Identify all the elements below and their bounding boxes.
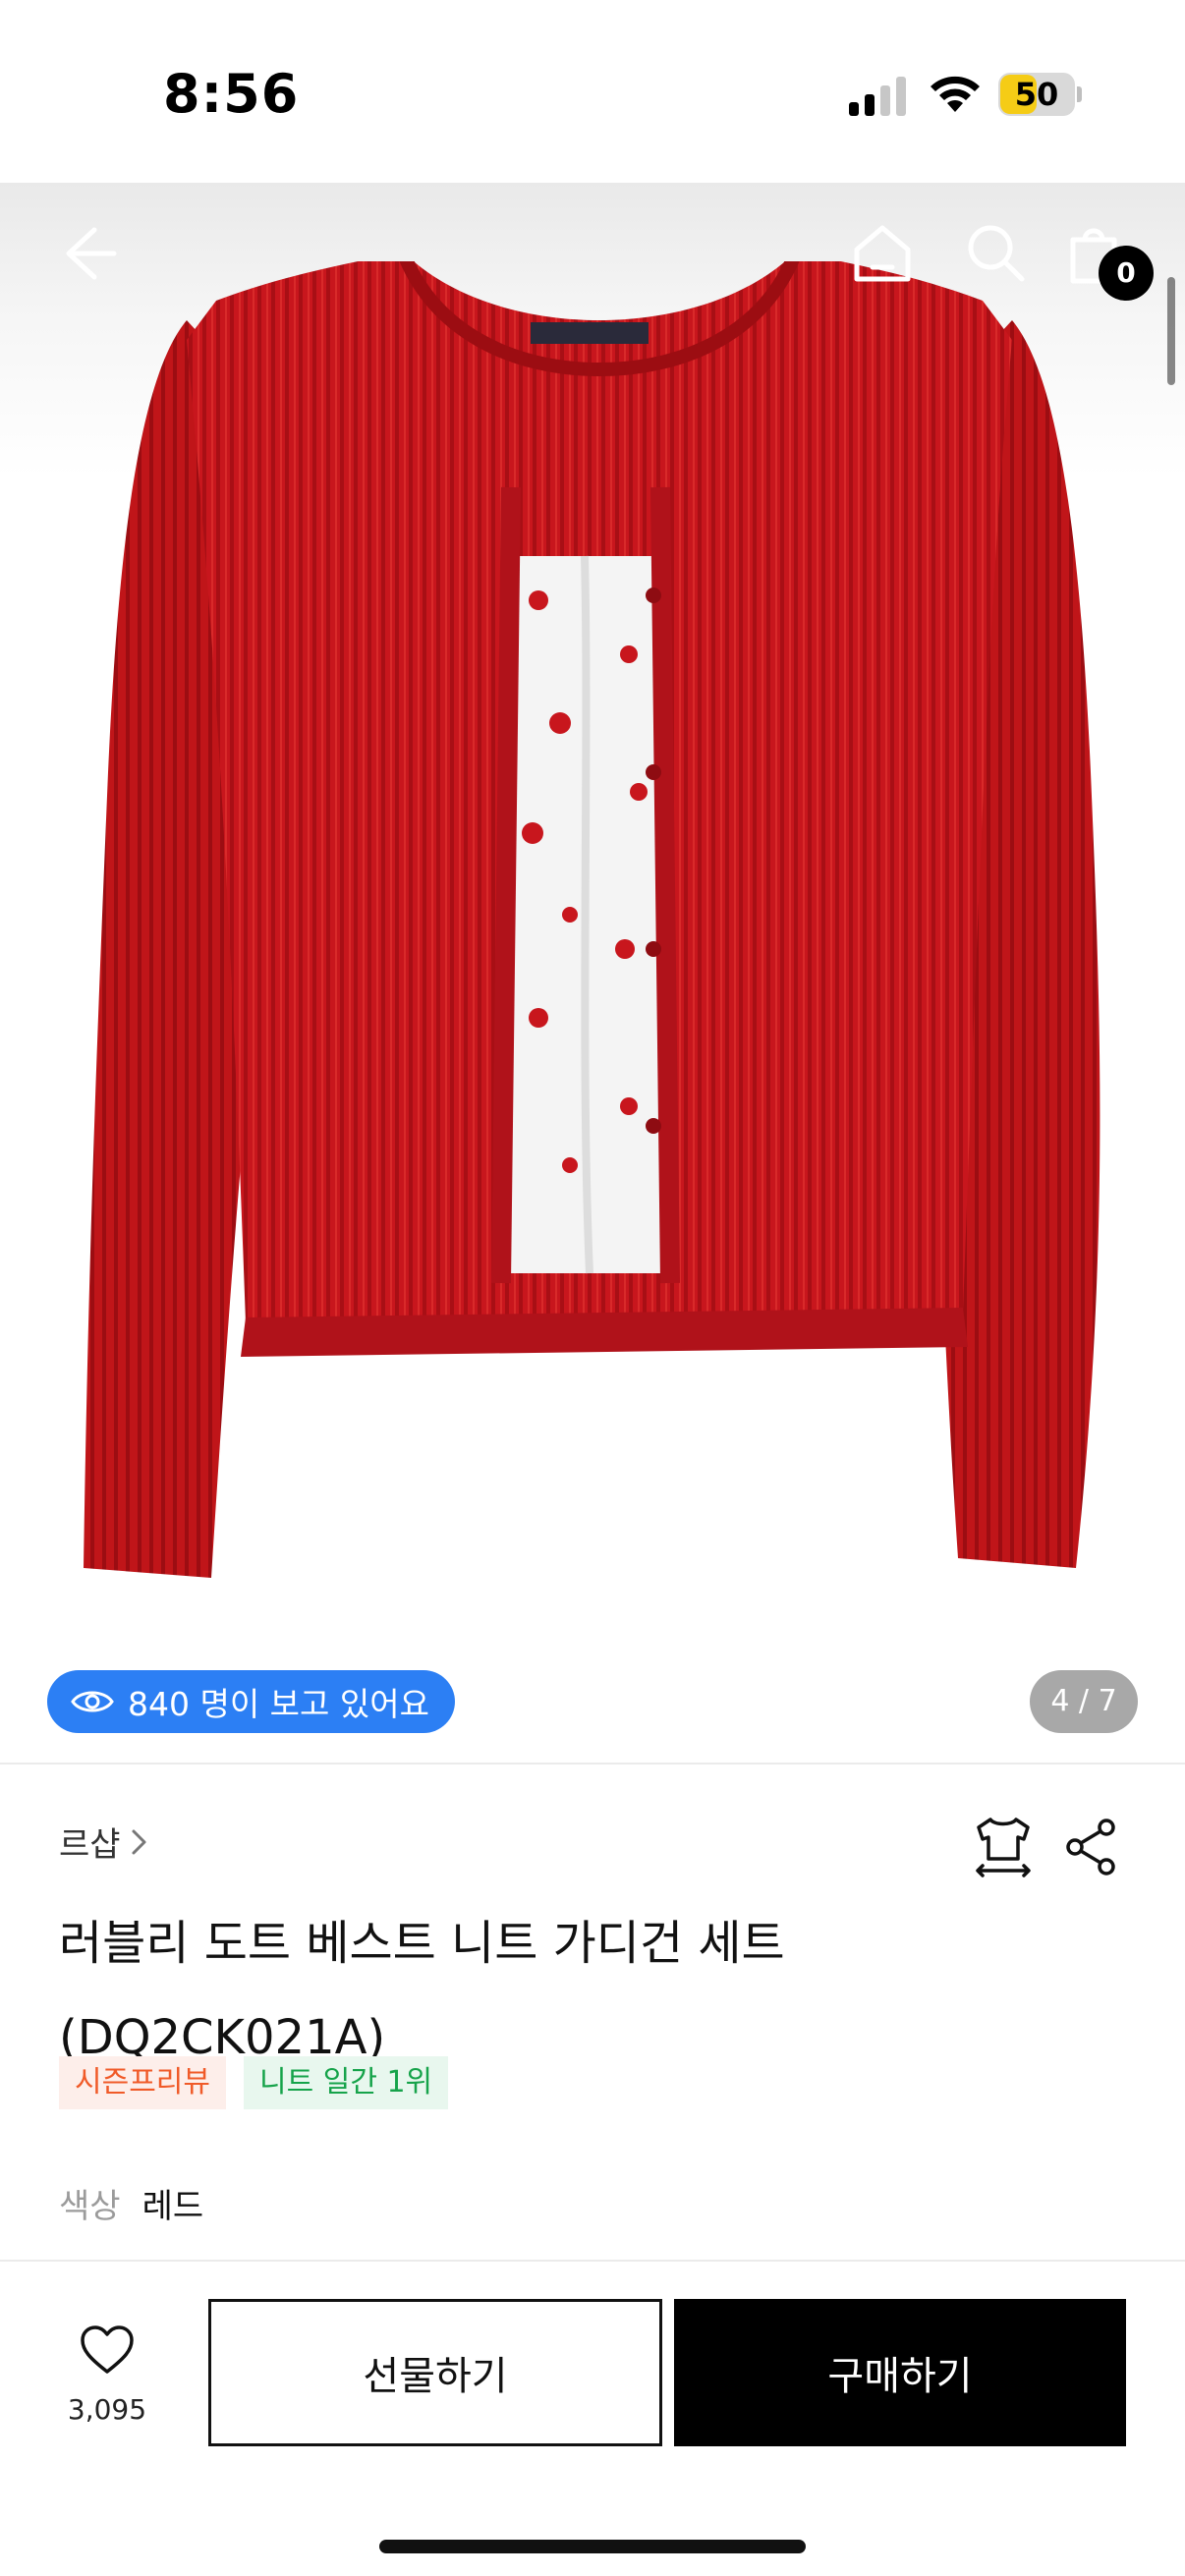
cellular-signal-icon (849, 77, 906, 116)
brand-link[interactable]: 르샵 (59, 1818, 150, 1866)
like-count: 3,095 (67, 2393, 147, 2426)
battery-indicator: 50 (998, 73, 1082, 116)
product-image-gallery[interactable]: 0 840 명이 보고 있어요 4 / 7 (0, 183, 1185, 1763)
viewers-count-text: 840 명이 보고 있어요 (128, 1685, 429, 1723)
divider (0, 1763, 1185, 1764)
buy-button[interactable]: 구매하기 (674, 2299, 1126, 2446)
image-page-counter: 4 / 7 (1030, 1670, 1138, 1733)
battery-level: 50 (1014, 76, 1059, 113)
color-value: 레드 (141, 2187, 204, 2226)
search-icon[interactable] (965, 222, 1028, 285)
color-option: 색상 레드 (59, 2179, 203, 2227)
battery-tip (1077, 86, 1082, 102)
tag-season-preview: 시즌프리뷰 (59, 2056, 226, 2109)
wifi-icon (931, 76, 980, 112)
product-tags: 시즌프리뷰 니트 일간 1위 (59, 2056, 449, 2109)
home-indicator (379, 2540, 806, 2553)
product-image (84, 261, 1100, 1578)
gift-button[interactable]: 선물하기 (208, 2299, 662, 2446)
scroll-indicator (1167, 277, 1175, 385)
color-label: 색상 (59, 2187, 121, 2226)
home-icon[interactable] (851, 222, 914, 285)
arrow-left-icon[interactable] (55, 222, 118, 285)
like-button[interactable]: 3,095 (53, 2324, 161, 2433)
viewers-badge: 840 명이 보고 있어요 (47, 1670, 455, 1733)
heart-icon (81, 2325, 134, 2374)
status-time: 8:56 (163, 63, 300, 125)
chevron-right-icon (132, 1829, 146, 1854)
bottom-bar-divider (0, 2260, 1185, 2262)
status-bar: 8:56 50 (0, 0, 1185, 183)
tag-daily-rank: 니트 일간 1위 (244, 2056, 449, 2109)
size-guide-icon[interactable] (973, 1816, 1034, 1878)
eye-icon (71, 1691, 114, 1712)
brand-name: 르샵 (59, 1825, 121, 1865)
share-icon[interactable] (1063, 1818, 1118, 1876)
cart-count-badge[interactable]: 0 (1099, 246, 1154, 301)
